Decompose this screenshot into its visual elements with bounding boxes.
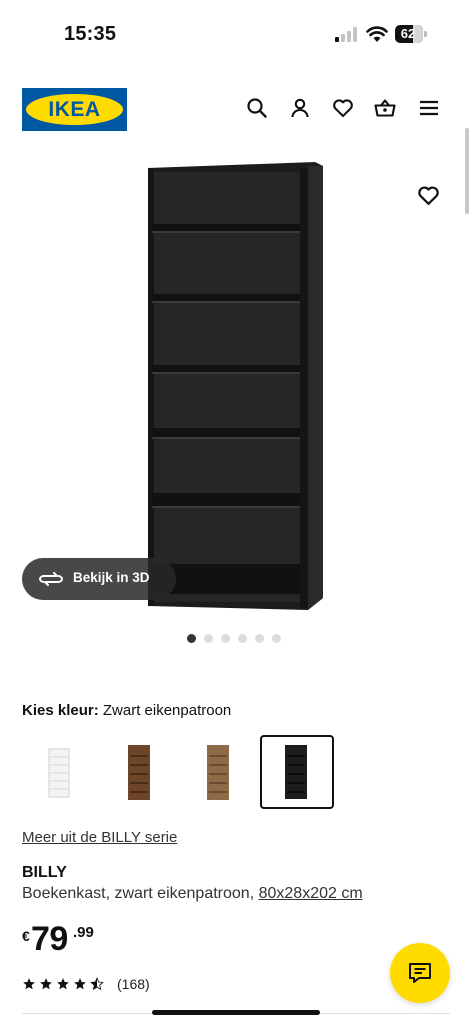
price-currency: € (22, 928, 30, 944)
status-bar: 15:35 62 (0, 0, 472, 70)
product-image[interactable] (140, 158, 330, 616)
favorite-heart-icon[interactable] (416, 183, 441, 208)
user-icon[interactable] (288, 96, 312, 120)
signal-icon (335, 27, 359, 42)
rotate-3d-icon (39, 572, 63, 586)
swatch-black-selected[interactable] (260, 735, 334, 809)
swatch-white[interactable] (22, 735, 96, 809)
half-star-icon (90, 977, 104, 991)
price-integer: 79 (31, 920, 68, 958)
product-description-text: Boekenkast, zwart eikenpatroon, (22, 885, 255, 902)
home-indicator[interactable] (152, 1010, 320, 1015)
product-description: Boekenkast, zwart eikenpatroon, 80x28x20… (22, 885, 363, 903)
color-value: Zwart eikenpatroon (102, 702, 232, 719)
gallery-dot[interactable] (238, 634, 247, 643)
gallery-dot[interactable] (221, 634, 230, 643)
star-icon (74, 978, 86, 990)
ikea-logo[interactable]: IKEA (22, 88, 127, 131)
view-3d-button[interactable]: Bekijk in 3D (22, 558, 176, 600)
price-decimals: .99 (73, 924, 94, 941)
star-icon (57, 978, 69, 990)
color-selector-label: Kies kleur: Zwart eikenpatroon (22, 702, 231, 719)
chat-icon (409, 963, 431, 983)
logo-text: IKEA (48, 98, 101, 121)
series-link[interactable]: Meer uit de BILLY serie (22, 829, 177, 846)
swatch-brown[interactable] (106, 735, 180, 809)
color-label: Kies kleur: (22, 702, 99, 719)
basket-icon[interactable] (373, 96, 397, 120)
gallery-dots[interactable] (187, 634, 281, 644)
site-header: IKEA (0, 86, 472, 132)
search-icon[interactable] (245, 96, 269, 120)
gallery-dot[interactable] (187, 634, 196, 643)
swatch-oak[interactable] (182, 735, 256, 809)
product-name: BILLY (22, 864, 67, 881)
scrollbar[interactable] (465, 128, 469, 214)
chat-button[interactable] (390, 943, 450, 1003)
gallery-dot[interactable] (255, 634, 264, 643)
rating-stars (22, 977, 104, 991)
gallery-dot[interactable] (272, 634, 281, 643)
product-dimensions-link[interactable]: 80x28x202 cm (259, 885, 363, 902)
status-time: 15:35 (64, 23, 117, 45)
rating-count: (168) (117, 976, 150, 992)
star-icon (23, 978, 35, 990)
battery-level: 62 (400, 26, 416, 41)
gallery-dot[interactable] (204, 634, 213, 643)
battery-icon: 62 (395, 25, 427, 43)
heart-icon[interactable] (331, 96, 355, 120)
wifi-icon (366, 26, 388, 42)
star-icon (40, 978, 52, 990)
menu-icon[interactable] (417, 96, 441, 120)
view-3d-label: Bekijk in 3D (73, 570, 150, 585)
color-swatches (22, 735, 352, 811)
product-rating[interactable]: (168) (22, 975, 150, 993)
